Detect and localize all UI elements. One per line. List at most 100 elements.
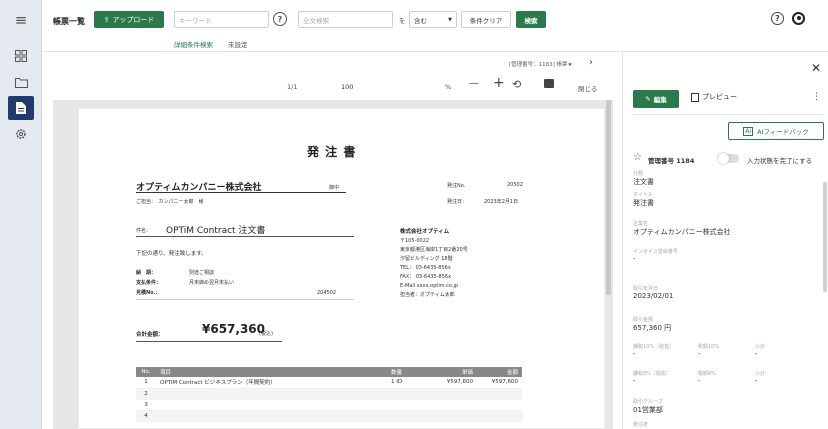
doc-onchu: 御中 (329, 185, 340, 191)
order-no-value: 20502 (507, 182, 523, 188)
order-date-value: 2023年2月1日 (484, 199, 519, 205)
tax-10-subtotal: 小計 - (755, 343, 765, 358)
help-circle-icon[interactable]: ? (771, 12, 784, 25)
doc-tanto: ご担当： カンパニー太郎 様 (136, 199, 204, 205)
company-underline (136, 192, 346, 193)
total-value: ¥657,360 (202, 322, 266, 336)
table-row: 3 (136, 399, 522, 411)
field-value[interactable]: - (755, 377, 765, 385)
clear-conditions-button[interactable]: 条件クリア (461, 11, 511, 28)
field-value[interactable]: 2023/02/01 (633, 292, 673, 300)
page-title: 帳票一覧 (53, 17, 85, 26)
col-no: No. (136, 367, 156, 377)
estimate-underline (136, 299, 354, 300)
order-date-label: 発注日： (447, 199, 468, 205)
field-company: 企業名 オプティムカンパニー株式会社 (633, 220, 731, 237)
table-header-row: No. 項目 数量 単価 金額 (136, 367, 522, 377)
star-icon[interactable]: ☆ (633, 152, 642, 163)
field-label: タイトル (633, 192, 654, 198)
close-viewer-button[interactable]: 閉じる (578, 83, 598, 93)
contains-select[interactable]: 含む ▼ (409, 11, 457, 28)
field-value[interactable]: 注文書 (633, 177, 654, 187)
field-label: 税額8% (698, 371, 716, 377)
field-value[interactable]: - (698, 377, 716, 385)
search-button[interactable]: 検索 (516, 11, 546, 28)
settings-icon[interactable] (8, 122, 34, 146)
total-underline (136, 341, 282, 342)
management-number: 管理番号 1184 (648, 157, 695, 165)
page-indicator: 1/1 (287, 83, 298, 91)
folder-icon[interactable] (8, 70, 34, 94)
rotate-icon[interactable]: ⟲ (512, 78, 521, 91)
issuer-line: TEL： 03-6435-856x (400, 265, 451, 271)
fulltext-input[interactable]: 全文検索 (298, 11, 393, 28)
cell-qty (387, 410, 427, 422)
field-value[interactable]: - (698, 350, 719, 358)
ai-feedback-button[interactable]: AI AIフィードバック (728, 122, 824, 140)
field-group: 取引グループ 01営業部 (633, 398, 663, 415)
cell-item (156, 410, 387, 422)
delivery-label: 納 期： (136, 270, 157, 276)
dashboard-icon[interactable] (8, 44, 34, 68)
detail-search-link[interactable]: 詳細条件検索 (174, 39, 213, 49)
upload-icon: ⇪ (103, 15, 110, 24)
field-title: タイトル 発注書 (633, 191, 654, 208)
field-value[interactable]: 01営業部 (633, 405, 663, 415)
cell-unit-price (427, 399, 477, 411)
print-icon[interactable] (544, 79, 554, 88)
issuer-line: E-Mail xxxx.optim.co.jp (400, 283, 459, 289)
issuer-line: 東京都港区海岸1丁目2番20号 (400, 247, 468, 253)
field-value[interactable]: オプティムカンパニー株式会社 (633, 227, 731, 237)
cell-amount (477, 388, 522, 400)
cell-unit-price (427, 410, 477, 422)
zoom-unit: % (445, 83, 452, 91)
menu-icon[interactable]: ≡ (8, 8, 34, 32)
field-value[interactable]: - (633, 377, 671, 385)
tax-8-taxable: 課税8%（税抜） - (633, 370, 671, 385)
field-transaction-date: 取引年月日 2023/02/01 (633, 285, 673, 300)
cell-amount (477, 399, 522, 411)
cell-unit-price: ¥597,600 (427, 377, 477, 389)
field-value[interactable]: - (633, 255, 678, 263)
upload-button[interactable]: ⇪ アップロード (94, 11, 164, 28)
complete-toggle[interactable] (718, 153, 739, 164)
zoom-in-button[interactable]: + (493, 75, 505, 91)
field-value[interactable]: 657,360 円 (633, 323, 671, 333)
more-menu-icon[interactable]: ⋮ (812, 92, 821, 102)
field-label: 企業名 (633, 221, 649, 227)
help-icon[interactable]: ? (273, 12, 287, 26)
viewer-scrollbar[interactable] (606, 100, 611, 295)
document-icon[interactable] (8, 96, 34, 120)
subject-label: 件名： (136, 228, 152, 234)
order-no-label: 発注No. (447, 183, 466, 189)
next-document-link[interactable]: [管理番号：1183] 帳票★ (509, 60, 572, 68)
chevron-right-icon[interactable]: › (589, 57, 593, 68)
preview-button[interactable]: プレビュー (691, 92, 737, 102)
pencil-icon: ✎ (645, 95, 651, 103)
field-invoice-number: インボイス登録番号 - (633, 248, 678, 263)
field-label: 分類 (633, 171, 644, 177)
table-row: 1 OPTiM Contract ビジネスプラン（年間契約） 1 ID ¥597… (136, 377, 522, 389)
zoom-out-button[interactable]: — (469, 78, 479, 89)
cell-unit-price (427, 388, 477, 400)
preview-icon (691, 92, 699, 102)
left-nav: ≡ (0, 0, 42, 429)
issuer-line: 〒105-0022 (400, 238, 430, 244)
keyword-input[interactable]: キーワード (174, 11, 269, 28)
field-orderer-label: 発注者 (633, 422, 649, 428)
field-value[interactable]: - (755, 350, 765, 358)
field-value[interactable]: - (633, 350, 674, 358)
total-tax-label: (税込) (259, 331, 273, 337)
cell-no: 2 (136, 388, 156, 400)
issuer-line: FAX： 03-6435-856x (400, 274, 452, 280)
account-icon[interactable] (792, 12, 805, 25)
payment-label: 支払条件： (136, 280, 162, 286)
zoom-input[interactable]: 100 (341, 83, 353, 91)
field-value[interactable]: 発注書 (633, 198, 654, 208)
edit-button[interactable]: ✎ 編集 (633, 90, 679, 108)
close-icon[interactable]: ✕ (811, 61, 821, 75)
cell-item (156, 399, 387, 411)
ai-icon: AI (743, 126, 754, 136)
panel-scrollbar[interactable] (823, 182, 827, 292)
tax-8-subtotal: 小計 - (755, 370, 765, 385)
